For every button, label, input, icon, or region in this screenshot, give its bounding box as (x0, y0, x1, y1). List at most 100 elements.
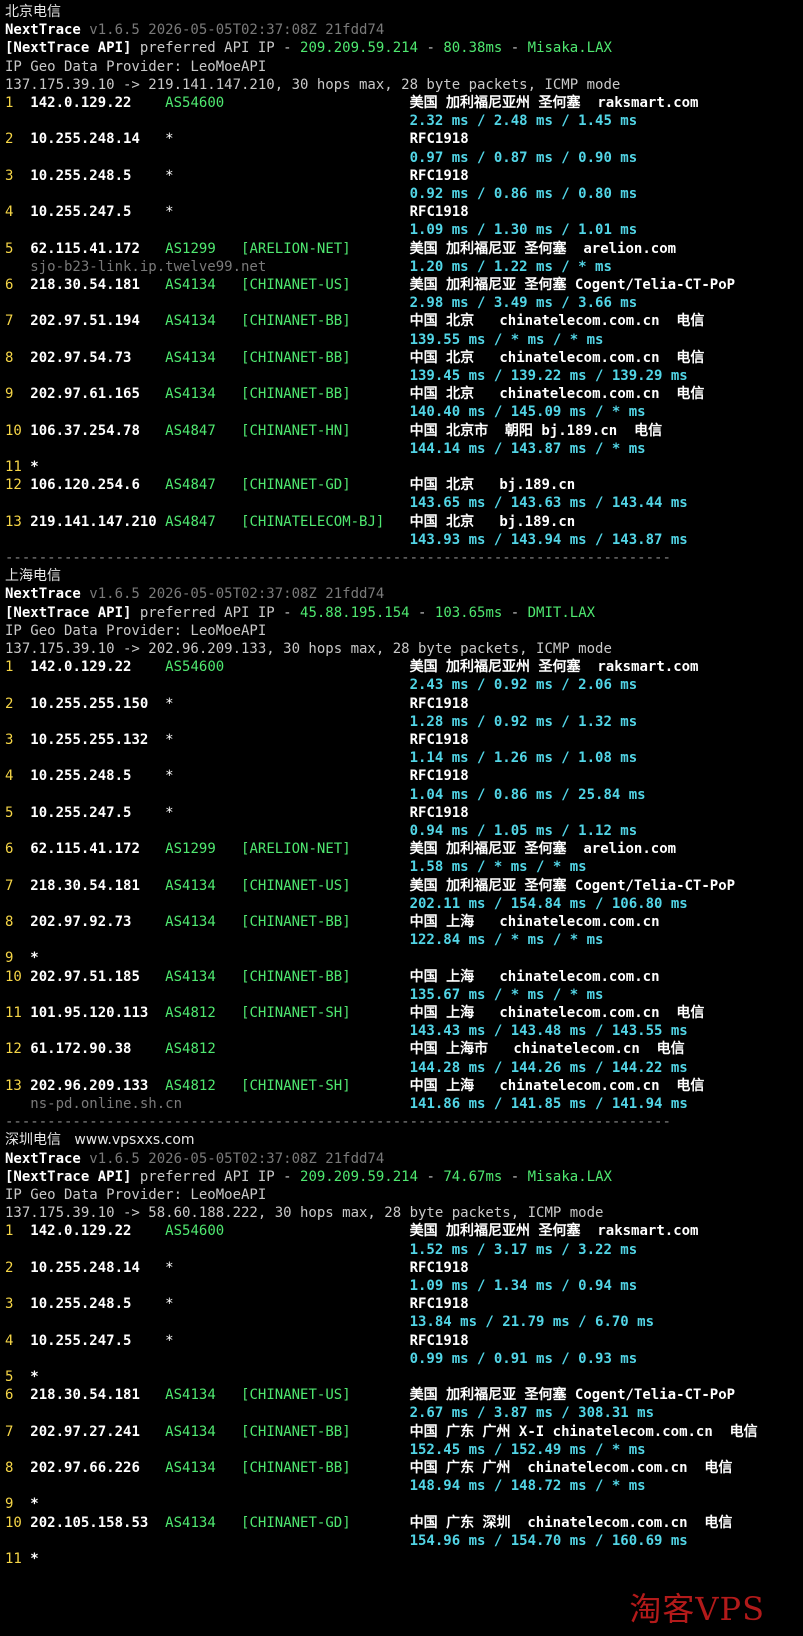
hop-asn: AS54600 (165, 659, 225, 676)
hop-number: 11 (5, 459, 22, 475)
hop-number: 2 (5, 131, 14, 148)
hop-number: 8 (5, 1460, 14, 1476)
hop-asn: * (165, 1332, 174, 1349)
hop-geo: 美国 加利福尼亚 圣何塞 Cogent/Telia-CT-PoP (409, 277, 736, 293)
hop-asn: * (165, 804, 174, 821)
hop-netname: [CHINANET-US] (241, 277, 351, 293)
hop-rtt: 1.58 ms / * ms / * ms (409, 859, 587, 876)
hop-geo: 美国 加利福尼亚州 圣何塞 raksmart.com (409, 95, 699, 111)
hop-row: 13 202.96.209.133 AS4812 [CHINANET-SH] 中… (5, 1077, 704, 1096)
route-line: 137.175.39.10 -> 58.60.188.222, 30 hops … (5, 1204, 603, 1223)
hop-ip: 10.255.248.5 (30, 1296, 132, 1313)
hop-geo: 中国 北京 bj.189.cn (409, 513, 576, 530)
route-summary: 137.175.39.10 -> 219.141.147.210, 30 hop… (5, 76, 621, 93)
api-node: Misaka.LAX (527, 40, 612, 57)
hop-asn: AS4812 (165, 1041, 216, 1058)
hop-asn: AS4812 (165, 1077, 216, 1094)
hop-rtt-row: 1.58 ms / * ms / * ms (5, 858, 587, 877)
api-sep: - (502, 40, 528, 57)
hop-number: 10 (5, 422, 22, 439)
hop-asn: * (165, 167, 174, 184)
app-name: NextTrace (5, 1150, 81, 1167)
hop-ip: 62.115.41.172 (30, 841, 140, 858)
hop-number: 13 (5, 1077, 22, 1094)
app-name: NextTrace (5, 586, 81, 603)
hop-rtt-row: sjo-b23-link.ip.twelve99.net 1.20 ms / 1… (5, 258, 612, 277)
hop-rtt: 143.93 ms / 143.94 ms / 143.87 ms (409, 531, 688, 548)
hop-row: 5 62.115.41.172 AS1299 [ARELION-NET] 美国 … (5, 240, 676, 259)
hop-ip: 202.97.51.194 (30, 313, 140, 330)
hop-row: 11 101.95.120.113 AS4812 [CHINANET-SH] 中… (5, 1004, 704, 1023)
hop-rtt-row: ns-pd.online.sh.cn 141.86 ms / 141.85 ms… (5, 1095, 687, 1114)
hop-geo: 中国 北京 bj.189.cn (409, 477, 576, 494)
hop-ip: 61.172.90.38 (30, 1041, 132, 1058)
api-sep: - (409, 604, 435, 621)
hop-number: 5 (5, 804, 14, 821)
hop-netname: [CHINANET-BB] (241, 313, 351, 330)
hop-geo: 中国 上海市 chinatelecom.cn 电信 (409, 1041, 685, 1058)
hop-number: 12 (5, 1041, 22, 1058)
hop-ip: * (30, 950, 39, 967)
hop-ip: 10.255.248.14 (30, 1259, 140, 1276)
hop-row: 8 202.97.54.73 AS4134 [CHINANET-BB] 中国 北… (5, 349, 704, 368)
hop-geo: RFC1918 (409, 768, 469, 785)
hop-asn: AS4134 (165, 914, 216, 930)
hop-number: 2 (5, 695, 14, 712)
hop-geo: 中国 北京 chinatelecom.com.cn 电信 (409, 349, 705, 366)
hop-rtt-row: 0.92 ms / 0.86 ms / 0.80 ms (5, 185, 638, 204)
hop-row: 10 106.37.254.78 AS4847 [CHINANET-HN] 中国… (5, 422, 662, 441)
hop-netname: [CHINANET-BB] (241, 914, 351, 930)
hop-row: 4 10.255.247.5 * RFC1918 (5, 1332, 469, 1351)
hop-asn: * (165, 768, 174, 785)
hop-rtt-row: 148.94 ms / 148.72 ms / * ms (5, 1477, 646, 1496)
api-prefix: [NextTrace API] (5, 1168, 132, 1185)
hop-number: 9 (5, 950, 14, 967)
hop-number: 3 (5, 167, 14, 184)
hop-hostname: sjo-b23-link.ip.twelve99.net (5, 258, 267, 275)
hop-asn: AS4134 (165, 277, 216, 293)
geo-provider: IP Geo Data Provider: LeoMoeAPI (5, 58, 267, 75)
hop-netname: [ARELION-NET] (241, 240, 351, 257)
hop-asn: AS4134 (165, 1387, 216, 1404)
hop-number: 8 (5, 349, 14, 366)
hop-rtt: 0.99 ms / 0.91 ms / 0.93 ms (409, 1350, 638, 1367)
hop-geo: RFC1918 (409, 1332, 469, 1349)
hop-rtt-row: 202.11 ms / 154.84 ms / 106.80 ms (5, 895, 688, 914)
separator-line: ----------------------------------------… (5, 549, 671, 568)
hop-rtt-row: 2.67 ms / 3.87 ms / 308.31 ms (5, 1404, 654, 1423)
hop-ip: * (30, 1369, 39, 1385)
hop-rtt-row: 143.43 ms / 143.48 ms / 143.55 ms (5, 1022, 688, 1041)
hop-number: 5 (5, 1369, 14, 1385)
hop-geo: 中国 广东 广州 X-I chinatelecom.com.cn 电信 (409, 1423, 758, 1440)
hop-ip: * (30, 1496, 39, 1513)
hop-number: 10 (5, 1514, 22, 1531)
hop-ip: 10.255.248.14 (30, 131, 140, 148)
hop-number: 4 (5, 768, 14, 785)
hop-row: 7 202.97.27.241 AS4134 [CHINANET-BB] 中国 … (5, 1423, 758, 1442)
hop-asn: AS54600 (165, 1223, 225, 1240)
hop-row: 12 61.172.90.38 AS4812 中国 上海市 chinatelec… (5, 1040, 685, 1059)
hop-geo: 中国 广东 广州 chinatelecom.com.cn 电信 (409, 1460, 733, 1476)
hop-row: 4 10.255.248.5 * RFC1918 (5, 767, 469, 786)
hop-row: 9 202.97.61.165 AS4134 [CHINANET-BB] 中国 … (5, 385, 704, 404)
hop-number: 7 (5, 1423, 14, 1440)
hop-netname: [CHINANET-SH] (241, 1077, 351, 1094)
hop-row: 12 106.120.254.6 AS4847 [CHINANET-GD] 中国… (5, 476, 575, 495)
hop-rtt: 2.98 ms / 3.49 ms / 3.66 ms (409, 295, 638, 312)
hop-asn: AS4847 (165, 422, 216, 439)
hop-number: 4 (5, 204, 14, 221)
hop-rtt: 1.52 ms / 3.17 ms / 3.22 ms (409, 1241, 638, 1258)
hop-row: 11 * (5, 458, 39, 477)
hop-asn: * (165, 204, 174, 221)
hop-rtt-row: 1.28 ms / 0.92 ms / 1.32 ms (5, 713, 638, 732)
hop-rtt-row: 154.96 ms / 154.70 ms / 160.69 ms (5, 1532, 688, 1551)
hop-ip: 202.97.61.165 (30, 386, 140, 403)
hop-rtt-row: 2.32 ms / 2.48 ms / 1.45 ms (5, 112, 638, 131)
hop-geo: 中国 北京 chinatelecom.com.cn 电信 (409, 386, 705, 403)
api-ms: 80.38ms (443, 40, 503, 57)
hop-number: 13 (5, 513, 22, 530)
api-line: [NextTrace API] preferred API IP - 45.88… (5, 604, 595, 623)
hop-netname: [CHINANET-BB] (241, 1460, 351, 1476)
geo-provider: IP Geo Data Provider: LeoMoeAPI (5, 1187, 267, 1203)
hop-geo: RFC1918 (409, 131, 469, 148)
